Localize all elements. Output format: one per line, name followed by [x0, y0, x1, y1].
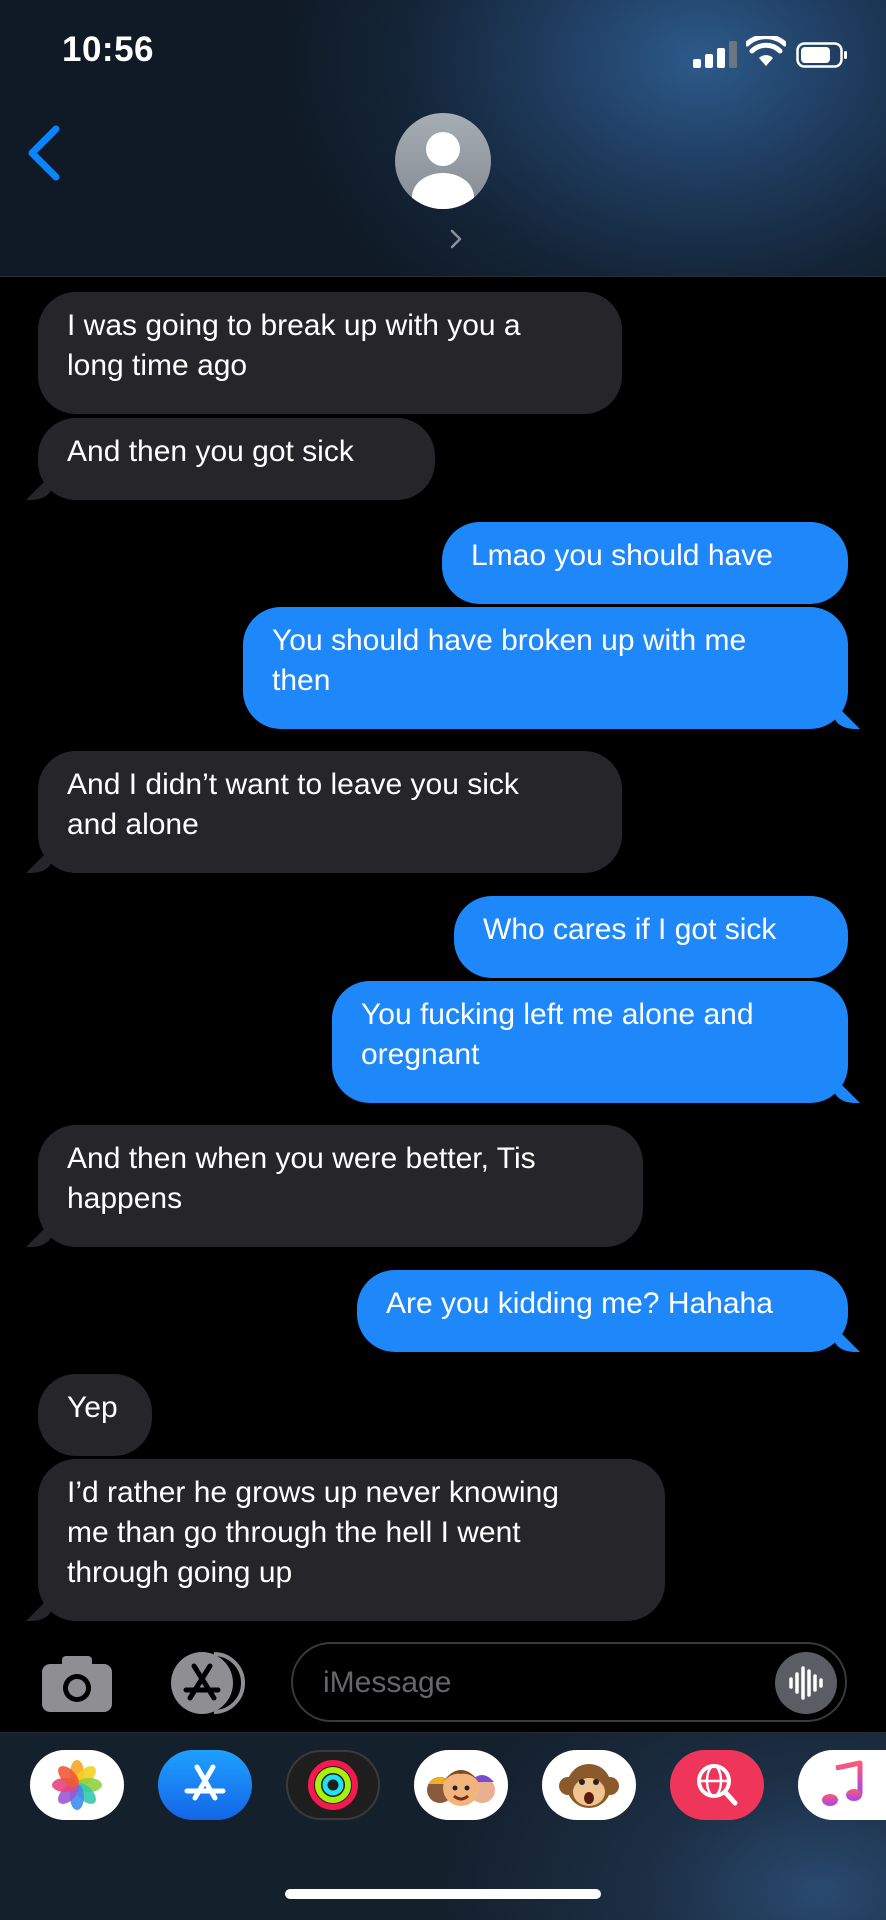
app-store-button-icon[interactable] — [164, 1650, 250, 1716]
outgoing-message-bubble[interactable]: You fucking left me alone and oregnant — [332, 981, 848, 1103]
audio-record-button[interactable] — [775, 1652, 837, 1714]
cellular-signal-icon — [693, 40, 737, 68]
home-indicator[interactable] — [285, 1889, 601, 1899]
animoji-icon[interactable] — [542, 1750, 636, 1820]
incoming-message-bubble[interactable]: And then you got sick — [38, 418, 435, 500]
images-search-icon[interactable] — [670, 1750, 764, 1820]
memoji-stickers-icon[interactable] — [414, 1750, 508, 1820]
status-time: 10:56 — [62, 30, 155, 69]
incoming-message-bubble[interactable]: And I didn’t want to leave you sick and … — [38, 751, 622, 873]
battery-icon — [796, 42, 847, 68]
conversation-header: 10:56 — [0, 0, 886, 277]
outgoing-message-bubble[interactable]: Who cares if I got sick — [454, 896, 848, 978]
app-store-app-icon[interactable] — [158, 1750, 252, 1820]
camera-icon[interactable] — [40, 1652, 114, 1714]
incoming-message-bubble[interactable]: Yep — [38, 1374, 152, 1456]
message-input[interactable] — [321, 1658, 745, 1708]
fitness-app-icon[interactable] — [286, 1750, 380, 1820]
incoming-message-bubble[interactable]: And then when you were better, Tis happe… — [38, 1125, 643, 1247]
incoming-message-bubble[interactable]: I’d rather he grows up never knowing me … — [38, 1459, 665, 1621]
outgoing-message-bubble[interactable]: Lmao you should have — [442, 522, 848, 604]
outgoing-message-bubble[interactable]: Are you kidding me? Hahaha — [357, 1270, 848, 1352]
contact-avatar[interactable] — [395, 113, 491, 209]
contact-details-chevron-icon[interactable] — [449, 228, 463, 250]
incoming-message-bubble[interactable]: I was going to break up with you a long … — [38, 292, 622, 414]
wifi-icon — [746, 36, 786, 66]
message-input-container — [291, 1642, 847, 1722]
photos-app-icon[interactable] — [30, 1750, 124, 1820]
waveform-icon — [789, 1666, 823, 1700]
person-silhouette-icon — [412, 132, 474, 209]
outgoing-message-bubble[interactable]: You should have broken up with me then — [243, 607, 848, 729]
back-chevron-icon[interactable] — [22, 125, 66, 181]
music-app-icon[interactable] — [798, 1750, 886, 1820]
